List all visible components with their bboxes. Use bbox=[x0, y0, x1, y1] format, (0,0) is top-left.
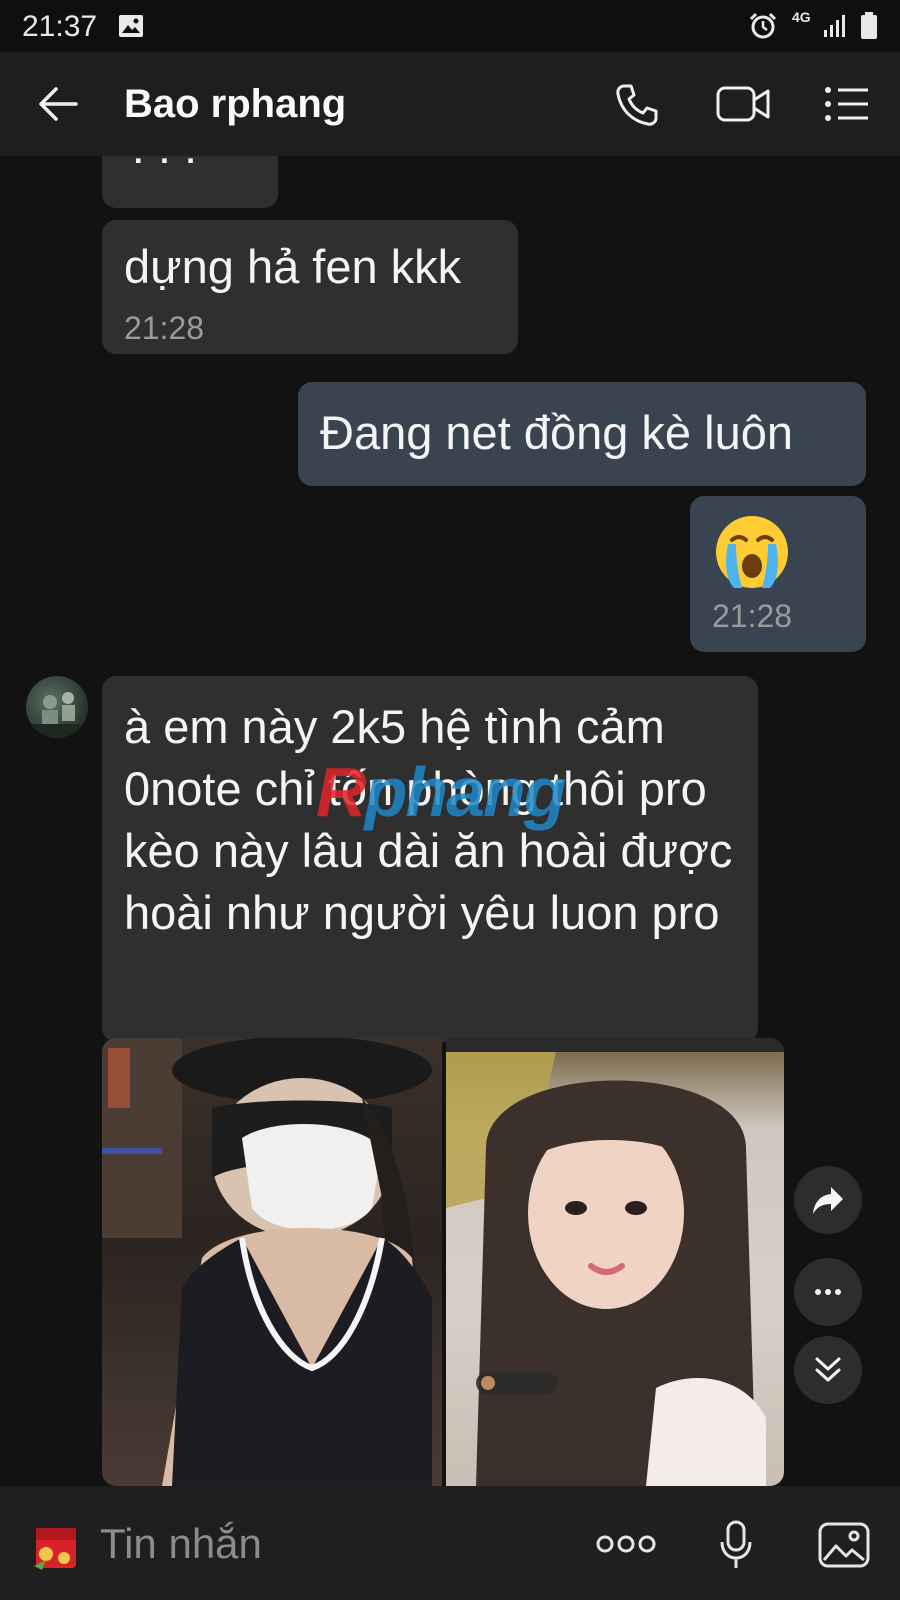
watermark: Rphang bbox=[316, 752, 567, 832]
share-forward-button[interactable] bbox=[794, 1166, 862, 1234]
more-dots-icon[interactable] bbox=[596, 1534, 656, 1559]
status-time: 21:37 bbox=[22, 10, 98, 43]
back-arrow-icon[interactable] bbox=[38, 86, 78, 127]
message-time: 21:28 bbox=[712, 598, 793, 634]
battery-icon bbox=[860, 12, 878, 45]
message-text: dựng hả fen kkk bbox=[124, 240, 462, 293]
message-text: ??? bbox=[126, 156, 204, 178]
gallery-icon[interactable] bbox=[818, 1522, 870, 1573]
status-bar: 21:37 4G bbox=[0, 0, 900, 52]
alarm-icon bbox=[748, 12, 778, 45]
sticker-icon[interactable] bbox=[32, 1524, 80, 1577]
network-type: 4G bbox=[792, 9, 811, 25]
photo-thumbnail[interactable] bbox=[102, 1038, 442, 1486]
message-input[interactable]: Tin nhắn bbox=[100, 1520, 540, 1568]
crying-face-emoji-icon bbox=[714, 514, 790, 595]
chat-header: Bao rphang bbox=[0, 52, 900, 156]
scroll-down-button[interactable] bbox=[794, 1336, 862, 1404]
message-time: 21:28 bbox=[124, 310, 205, 346]
watermark-red-text: R bbox=[316, 753, 367, 831]
microphone-icon[interactable] bbox=[718, 1520, 754, 1575]
message-bubble[interactable]: dựng hả fen kkk 21:28 bbox=[102, 220, 518, 354]
message-bubble[interactable]: 21:28 bbox=[690, 496, 866, 652]
message-text: Đang net đồng kè luôn bbox=[320, 406, 793, 459]
photo-thumbnail[interactable] bbox=[446, 1038, 784, 1486]
signal-icon bbox=[822, 14, 846, 43]
video-call-icon[interactable] bbox=[716, 84, 772, 129]
compose-bar: Tin nhắn bbox=[0, 1486, 900, 1600]
menu-list-icon[interactable] bbox=[824, 86, 870, 127]
contact-avatar[interactable] bbox=[26, 676, 88, 738]
phone-call-icon[interactable] bbox=[614, 82, 660, 133]
contact-name[interactable]: Bao rphang bbox=[124, 82, 346, 127]
more-options-button[interactable] bbox=[794, 1258, 862, 1326]
message-bubble[interactable]: à em này 2k5 hệ tình cảm 0note chỉ tốn p… bbox=[102, 676, 758, 1042]
watermark-blue-text: phang bbox=[364, 753, 567, 831]
message-bubble[interactable]: Đang net đồng kè luôn bbox=[298, 382, 866, 486]
image-icon bbox=[118, 14, 144, 43]
message-list[interactable]: ??? dựng hả fen kkk 21:28 Đang net đồng … bbox=[0, 156, 900, 1486]
photo-album[interactable] bbox=[102, 1038, 784, 1486]
message-bubble[interactable]: ??? bbox=[102, 156, 278, 208]
